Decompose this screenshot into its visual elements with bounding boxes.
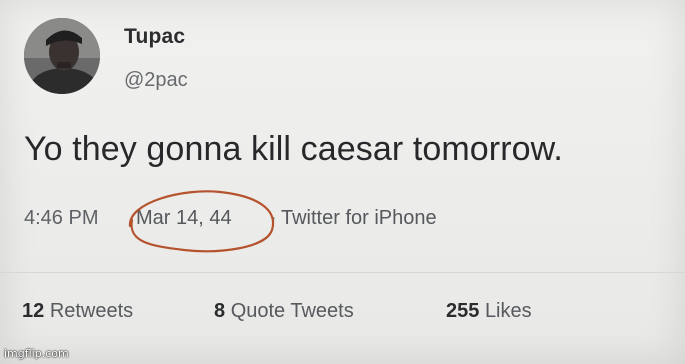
retweets-count: 12 xyxy=(22,300,45,322)
watermark: imgflip.com xyxy=(4,347,69,360)
quote-tweets-count: 8 xyxy=(214,300,226,322)
quote-tweets-label: Quote Tweets xyxy=(230,300,354,322)
retweets-stat[interactable]: 12 Retweets xyxy=(22,300,133,323)
tweet-stats: 12 Retweets 8 Quote Tweets 255 Likes xyxy=(0,300,685,330)
retweets-label: Retweets xyxy=(49,300,134,322)
tweet-date[interactable]: Mar 14, 44 xyxy=(136,207,232,230)
avatar-image xyxy=(24,18,100,94)
avatar[interactable] xyxy=(24,18,100,94)
likes-label: Likes xyxy=(484,300,532,322)
user-handle[interactable]: @2pac xyxy=(124,69,188,92)
likes-count: 255 xyxy=(446,300,480,322)
tweet-source[interactable]: Twitter for iPhone xyxy=(281,207,437,230)
tweet-card: Tupac @2pac Yo they gonna kill caesar to… xyxy=(0,0,685,364)
tweet-time[interactable]: 4:46 PM xyxy=(24,207,98,230)
quote-tweets-stat[interactable]: 8 Quote Tweets xyxy=(214,300,354,323)
display-name[interactable]: Tupac xyxy=(124,25,185,49)
tweet-text: Yo they gonna kill caesar tomorrow. xyxy=(24,130,563,168)
meta-separator: · xyxy=(270,207,277,229)
divider xyxy=(0,272,685,273)
likes-stat[interactable]: 255 Likes xyxy=(446,300,532,323)
